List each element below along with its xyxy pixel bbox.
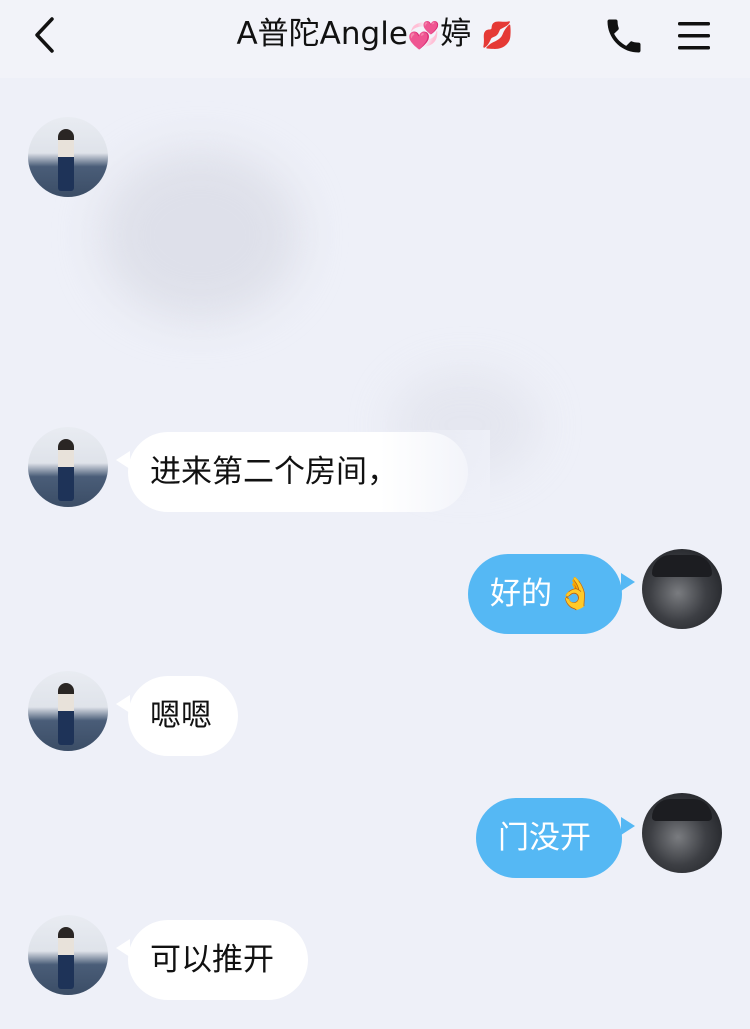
back-button[interactable] bbox=[22, 10, 66, 60]
message-text: 嗯嗯 bbox=[150, 698, 212, 734]
chevron-left-icon bbox=[35, 17, 54, 53]
contact-avatar[interactable] bbox=[28, 915, 108, 995]
contact-avatar[interactable] bbox=[28, 671, 108, 751]
blurred-content bbox=[100, 150, 300, 320]
user-avatar[interactable] bbox=[642, 549, 722, 629]
outgoing-message[interactable]: 好的 👌 bbox=[468, 554, 622, 634]
call-button[interactable] bbox=[602, 14, 646, 58]
incoming-message[interactable]: 可以推开 bbox=[128, 920, 308, 1000]
lips-emoji: 💋 bbox=[481, 21, 514, 51]
message-text: 可以推开 bbox=[150, 942, 274, 978]
chat-title: A普陀Angle💞婷 💋 bbox=[150, 14, 600, 54]
bubble-tail bbox=[621, 817, 635, 835]
incoming-message[interactable]: 嗯嗯 bbox=[128, 676, 238, 756]
phone-icon bbox=[607, 19, 641, 53]
hamburger-menu-icon bbox=[678, 22, 710, 50]
menu-button[interactable] bbox=[672, 14, 716, 58]
contact-avatar[interactable] bbox=[28, 427, 108, 507]
message-text: 好的 bbox=[490, 576, 552, 612]
contact-name: A普陀Angle bbox=[236, 16, 408, 52]
hearts-emoji: 💞 bbox=[407, 21, 441, 51]
message-text: 进来第二个房间， bbox=[150, 454, 398, 490]
bubble-tail bbox=[621, 573, 635, 591]
contact-avatar[interactable] bbox=[28, 117, 108, 197]
bubble-fade bbox=[380, 430, 490, 512]
contact-name-suffix: 婷 bbox=[440, 16, 472, 52]
chat-header: A普陀Angle💞婷 💋 bbox=[0, 0, 750, 78]
user-avatar[interactable] bbox=[642, 793, 722, 873]
outgoing-message[interactable]: 门没开 bbox=[476, 798, 622, 878]
ok-hand-emoji: 👌 bbox=[556, 576, 595, 612]
message-text: 门没开 bbox=[498, 820, 591, 856]
